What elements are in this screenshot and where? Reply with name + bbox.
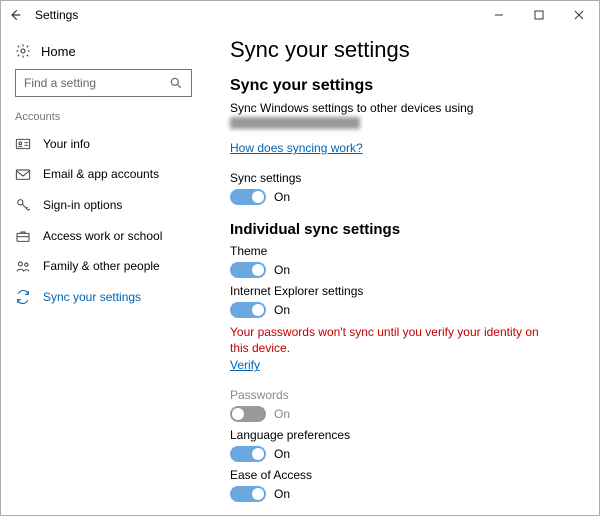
mail-icon <box>15 167 31 181</box>
gear-icon <box>15 43 31 59</box>
close-button[interactable] <box>559 1 599 29</box>
window-title: Settings <box>29 8 78 22</box>
sync-description: Sync Windows settings to other devices u… <box>230 101 575 115</box>
sync-icon <box>15 289 31 305</box>
passwords-toggle <box>230 406 266 422</box>
people-icon <box>15 259 31 273</box>
maximize-button[interactable] <box>519 1 559 29</box>
titlebar: Settings <box>1 1 599 29</box>
home-label: Home <box>41 44 76 59</box>
sidebar-item-your-info[interactable]: Your info <box>1 129 206 159</box>
search-placeholder: Find a setting <box>24 76 169 90</box>
sidebar-item-work[interactable]: Access work or school <box>1 221 206 251</box>
section-title: Sync your settings <box>230 77 575 95</box>
back-button[interactable] <box>1 1 29 29</box>
sidebar-item-label: Sync your settings <box>43 290 141 304</box>
sidebar-item-label: Family & other people <box>43 259 160 273</box>
sidebar-item-label: Your info <box>43 137 90 151</box>
key-icon <box>15 197 31 213</box>
sidebar-item-email[interactable]: Email & app accounts <box>1 159 206 189</box>
minimize-button[interactable] <box>479 1 519 29</box>
sidebar-item-label: Access work or school <box>43 229 162 243</box>
sidebar-item-signin[interactable]: Sign-in options <box>1 189 206 221</box>
help-link[interactable]: How does syncing work? <box>230 141 363 155</box>
person-card-icon <box>15 137 31 151</box>
theme-state: On <box>274 263 290 277</box>
language-state: On <box>274 447 290 461</box>
language-label: Language preferences <box>230 428 575 442</box>
settings-window: Settings Home Find a setting <box>0 0 600 516</box>
ease-toggle[interactable] <box>230 486 266 502</box>
section-title-individual: Individual sync settings <box>230 221 575 238</box>
ease-label: Ease of Access <box>230 468 575 482</box>
language-toggle[interactable] <box>230 446 266 462</box>
home-button[interactable]: Home <box>1 37 206 69</box>
briefcase-icon <box>15 229 31 243</box>
sidebar-item-label: Sign-in options <box>43 198 122 212</box>
arrow-left-icon <box>8 8 22 22</box>
search-input[interactable]: Find a setting <box>15 69 192 97</box>
ie-state: On <box>274 303 290 317</box>
sync-settings-label: Sync settings <box>230 171 575 185</box>
content-pane: Sync your settings Sync your settings Sy… <box>206 29 599 515</box>
sidebar-item-label: Email & app accounts <box>43 167 159 181</box>
minimize-icon <box>494 10 504 20</box>
sidebar-item-family[interactable]: Family & other people <box>1 251 206 281</box>
sidebar-item-sync[interactable]: Sync your settings <box>1 281 206 313</box>
section-label: Accounts <box>1 111 206 129</box>
theme-label: Theme <box>230 244 575 258</box>
verify-link[interactable]: Verify <box>230 358 260 372</box>
passwords-label: Passwords <box>230 388 575 402</box>
search-icon <box>169 76 183 90</box>
theme-toggle[interactable] <box>230 262 266 278</box>
password-warning: Your passwords won't sync until you veri… <box>230 324 550 356</box>
ease-state: On <box>274 487 290 501</box>
ie-toggle[interactable] <box>230 302 266 318</box>
passwords-state: On <box>274 407 290 421</box>
ie-label: Internet Explorer settings <box>230 284 575 298</box>
maximize-icon <box>534 10 544 20</box>
sync-settings-toggle[interactable] <box>230 189 266 205</box>
page-title: Sync your settings <box>230 37 575 63</box>
redacted-account <box>230 117 360 129</box>
close-icon <box>574 10 584 20</box>
sidebar: Home Find a setting Accounts Your info E <box>1 29 206 515</box>
sync-settings-state: On <box>274 190 290 204</box>
